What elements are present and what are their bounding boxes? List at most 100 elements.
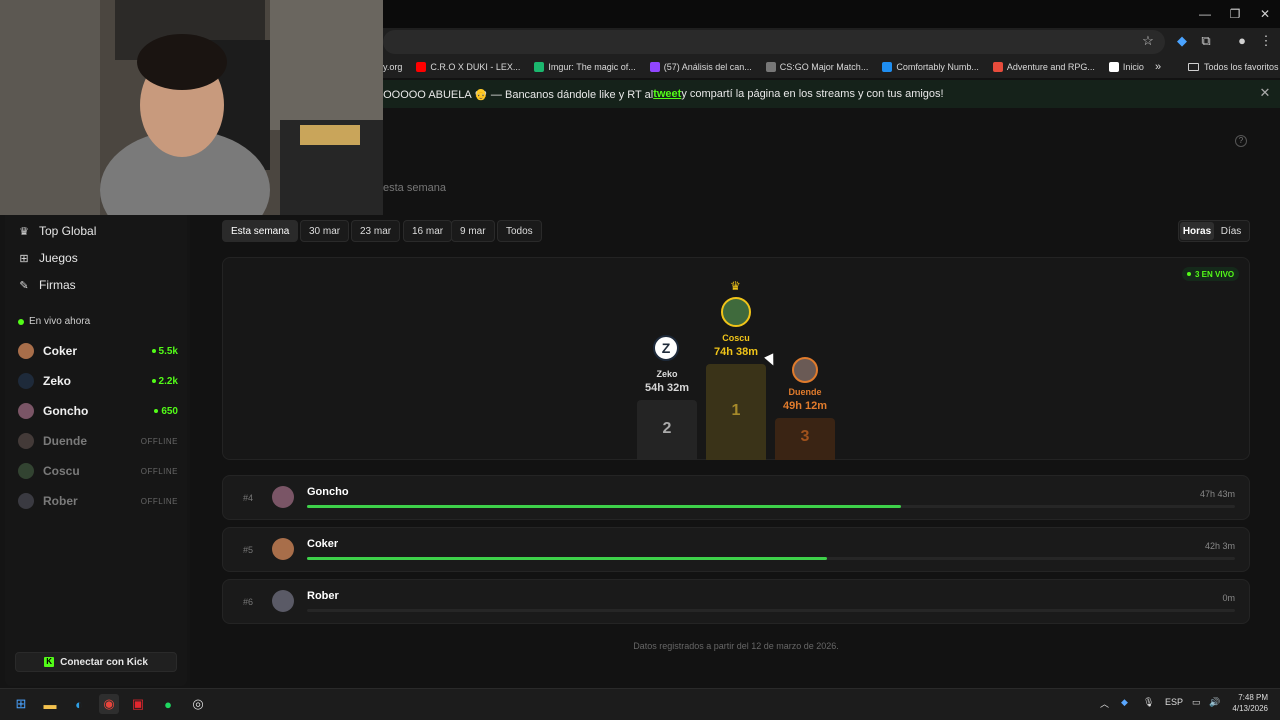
tray-app-icon[interactable]: ◆ xyxy=(1121,697,1128,708)
viewer-count: 650 xyxy=(161,405,178,417)
close-window-icon[interactable]: ✕ xyxy=(1250,4,1280,24)
live-count-badge: 3 EN VIVO xyxy=(1182,267,1240,281)
live-now-header: En vivo ahora xyxy=(18,316,90,327)
steam-icon[interactable]: ◎ xyxy=(188,694,208,714)
streamer-name: Goncho xyxy=(43,404,89,418)
progress-track xyxy=(307,505,1235,508)
tray-chevron-icon[interactable]: ︿ xyxy=(1100,697,1109,710)
bookmark-item[interactable]: Adventure and RPG... xyxy=(992,62,1095,72)
week-chip[interactable]: 9 mar xyxy=(451,220,495,242)
week-chip[interactable]: 30 mar xyxy=(300,220,350,242)
progress-track xyxy=(307,557,1235,560)
nav-top-global[interactable]: ♛ Top Global xyxy=(18,222,96,240)
podium-third-name: Duende xyxy=(788,387,822,397)
podium-avatar-second[interactable]: Z xyxy=(653,335,679,361)
sidebar-streamer-goncho[interactable]: Goncho 650 xyxy=(18,401,178,421)
clock-time: 7:48 PM xyxy=(1238,693,1268,702)
live-dot-icon xyxy=(154,409,159,413)
edge-icon[interactable]: ◐ xyxy=(69,694,89,714)
toggle-horas[interactable]: Horas xyxy=(1180,222,1214,240)
streamer-name: Coscu xyxy=(43,464,80,478)
sidebar-streamer-zeko[interactable]: Zeko 2.2k xyxy=(18,371,178,391)
video-app-icon[interactable]: ▣ xyxy=(128,694,148,714)
podium-third-time: 49h 12m xyxy=(782,400,828,412)
extension-icon[interactable]: ◆ xyxy=(1173,32,1191,50)
close-icon[interactable]: ✕ xyxy=(1258,86,1272,100)
avatar xyxy=(272,486,294,508)
bookmark-item[interactable]: y.org xyxy=(383,62,402,72)
bookmarks-overflow-icon[interactable]: » xyxy=(1155,61,1161,73)
nav-label: Firmas xyxy=(39,278,76,292)
tweet-link[interactable]: tweet xyxy=(653,88,681,100)
week-chip[interactable]: Todos xyxy=(497,220,542,242)
live-count-label: 3 EN VIVO xyxy=(1195,269,1235,279)
streamer-name: Coker xyxy=(43,344,78,358)
file-explorer-icon[interactable]: ▬ xyxy=(40,694,60,714)
bookmark-favicon-icon xyxy=(765,62,776,72)
live-dot-icon xyxy=(151,379,156,383)
windows-start-icon[interactable]: ⊞ xyxy=(11,694,31,714)
sidebar-streamer-rober[interactable]: Rober OFFLINE xyxy=(18,491,178,511)
zeko-avatar: Z xyxy=(653,335,679,361)
bookmark-item[interactable]: (57) Análisis del can... xyxy=(649,62,752,72)
podium-first-name: Coscu xyxy=(722,333,750,343)
bookmark-item[interactable]: CS:GO Major Match... xyxy=(765,62,869,72)
week-chip[interactable]: Esta semana xyxy=(222,220,299,242)
banner-text-end: y compartí la página en los streams y co… xyxy=(681,88,944,100)
language-indicator[interactable]: ESP xyxy=(1165,697,1183,707)
toggle-dias[interactable]: Días xyxy=(1214,222,1248,240)
progress-fill xyxy=(307,557,827,560)
place-number: 1 xyxy=(731,402,741,419)
microphone-icon[interactable]: 🎙 xyxy=(1143,697,1154,708)
bookmark-item[interactable]: Comfortably Numb... xyxy=(882,62,979,72)
row-name: Coker xyxy=(307,538,339,550)
offline-status: OFFLINE xyxy=(140,496,178,506)
sidebar-streamer-coscu[interactable]: Coscu OFFLINE xyxy=(18,461,178,481)
row-time: 47h 43m xyxy=(1199,489,1235,499)
network-icon[interactable]: ▭ xyxy=(1192,697,1201,708)
menu-kebab-icon[interactable]: ⋮ xyxy=(1257,32,1275,50)
avatar xyxy=(18,433,34,449)
week-chip[interactable]: 23 mar xyxy=(351,220,401,242)
row-rank: #6 xyxy=(243,597,254,607)
sidebar-streamer-duende[interactable]: Duende OFFLINE xyxy=(18,431,178,451)
volume-icon[interactable]: 🔊 xyxy=(1209,697,1220,708)
bookmark-label: CS:GO Major Match... xyxy=(779,62,869,72)
ranking-row[interactable]: #6 Rober 0m xyxy=(222,579,1250,624)
ranking-row[interactable]: #4 Goncho 47h 43m xyxy=(222,475,1250,520)
bookmark-label: Comfortably Numb... xyxy=(896,62,979,72)
address-bar[interactable] xyxy=(383,30,1165,54)
spotify-icon[interactable]: ● xyxy=(158,694,178,714)
nav-firmas[interactable]: ✎ Firmas xyxy=(18,276,76,294)
crown-icon: ♛ xyxy=(19,225,29,238)
restore-icon[interactable]: ❐ xyxy=(1220,4,1250,24)
podium-avatar-third[interactable] xyxy=(792,357,818,383)
avatar xyxy=(18,493,34,509)
unit-toggle: Horas Días xyxy=(1178,220,1250,242)
live-dot-icon xyxy=(18,318,24,325)
bookmark-item[interactable]: Imgur: The magic of... xyxy=(534,62,636,72)
crown-icon: ♛ xyxy=(730,279,741,293)
podium-second-time: 54h 32m xyxy=(644,382,690,394)
folder-icon xyxy=(1188,63,1199,71)
taskbar-clock[interactable]: 7:48 PM 4/13/2026 xyxy=(1226,692,1268,714)
bookmark-item[interactable]: Inicio xyxy=(1108,62,1144,72)
ranking-row[interactable]: #5 Coker 42h 3m xyxy=(222,527,1250,572)
sidebar-streamer-coker[interactable]: Coker 5.5k xyxy=(18,341,178,361)
podium-avatar-first[interactable] xyxy=(721,297,751,327)
chrome-icon[interactable]: ◉ xyxy=(99,694,119,714)
profile-avatar[interactable]: ● xyxy=(1233,32,1251,50)
pen-icon: ✎ xyxy=(19,279,29,292)
connect-kick-button[interactable]: K Conectar con Kick xyxy=(15,652,177,672)
all-bookmarks[interactable]: Todos los favoritos xyxy=(1188,62,1279,72)
all-bookmarks-label: Todos los favoritos xyxy=(1204,62,1279,72)
nav-juegos[interactable]: ⊞ Juegos xyxy=(18,249,77,267)
star-bookmark-icon[interactable]: ☆ xyxy=(1139,32,1157,50)
row-name: Rober xyxy=(307,590,339,602)
extensions-puzzle-icon[interactable]: ⧉ xyxy=(1197,32,1215,50)
bookmark-item[interactable]: C.R.O X DUKI - LEX... xyxy=(416,62,520,72)
minimize-icon[interactable]: — xyxy=(1190,4,1220,24)
viewer-count: 2.2k xyxy=(158,375,178,387)
help-icon[interactable]: ? xyxy=(1235,135,1247,147)
week-chip[interactable]: 16 mar xyxy=(403,220,453,242)
